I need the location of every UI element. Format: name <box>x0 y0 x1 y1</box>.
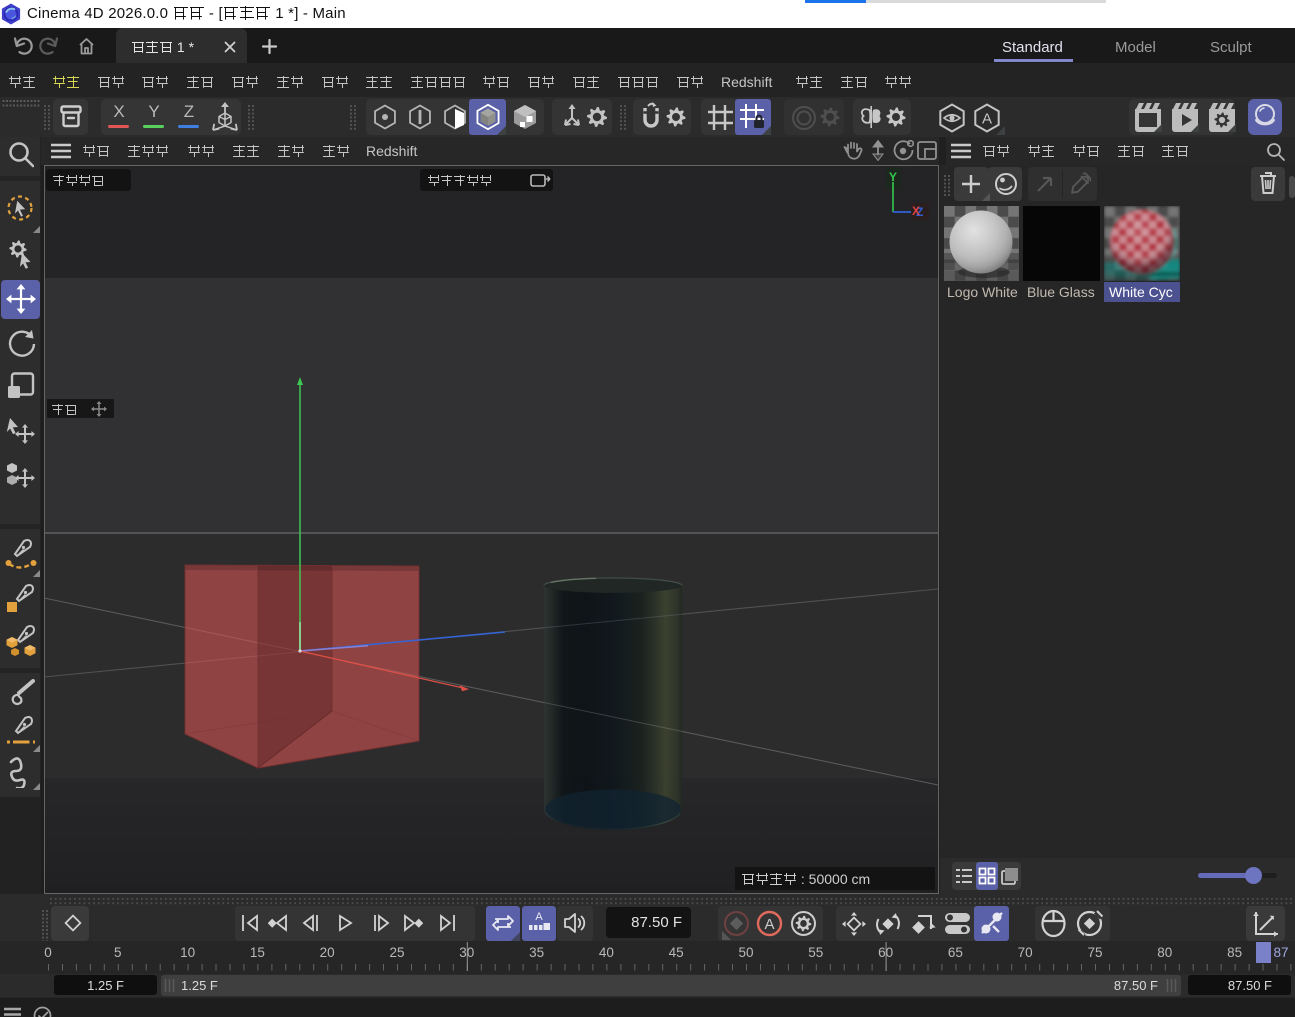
svg-text:85: 85 <box>1227 945 1242 960</box>
svg-text:A: A <box>982 111 992 128</box>
svg-text:15: 15 <box>250 945 265 960</box>
svg-text:55: 55 <box>808 945 823 960</box>
svg-text:20: 20 <box>320 945 335 960</box>
svg-text:35: 35 <box>529 945 544 960</box>
svg-text:10: 10 <box>180 945 195 960</box>
svg-text:5: 5 <box>114 945 122 960</box>
svg-text:40: 40 <box>599 945 614 960</box>
svg-text:25: 25 <box>389 945 404 960</box>
svg-text:45: 45 <box>669 945 684 960</box>
svg-text:70: 70 <box>1018 945 1033 960</box>
svg-text:50: 50 <box>738 945 753 960</box>
svg-text:A: A <box>535 911 543 923</box>
svg-text:80: 80 <box>1157 945 1172 960</box>
svg-text:75: 75 <box>1087 945 1102 960</box>
svg-text:87: 87 <box>1273 945 1288 960</box>
svg-text:A: A <box>764 916 774 933</box>
svg-text:65: 65 <box>948 945 963 960</box>
svg-text:0: 0 <box>44 945 52 960</box>
